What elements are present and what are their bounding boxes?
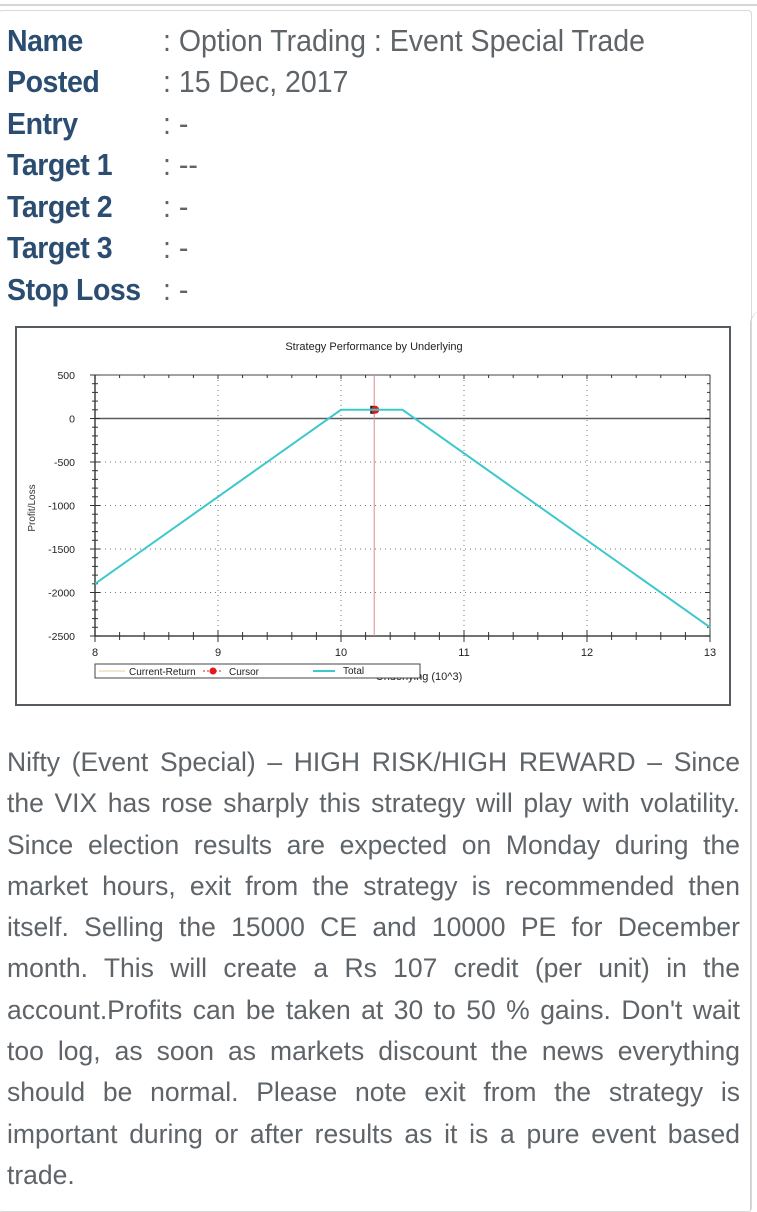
detail-label: Stop Loss — [7, 271, 141, 307]
y-tick-label: -500 — [54, 457, 75, 469]
detail-label: Target 1 — [7, 147, 113, 183]
detail-value: : Option Trading : Event Special Trade — [163, 22, 645, 58]
top-divider — [0, 0, 757, 6]
trade-description: Nifty (Event Special) – HIGH RISK/HIGH R… — [7, 747, 740, 1190]
chart-canvas: Strategy Performance by Underlying 8 9 10 1… — [27, 341, 716, 683]
y-tick-label: -2500 — [48, 631, 75, 643]
detail-label: Target 3 — [7, 230, 113, 266]
x-tick-label: 12 — [581, 647, 593, 659]
detail-value: : -- — [163, 147, 198, 183]
detail-label: Name — [7, 22, 83, 58]
detail-row-posted: Posted : 15 Dec, 2017 — [7, 62, 687, 104]
chart-ticks: 8 9 10 11 12 13 500 0 -500 -1000 -1500 -2000 -2500 — [48, 370, 716, 659]
detail-value: : - — [163, 188, 189, 224]
detail-label: Entry — [7, 105, 78, 141]
legend-cursor-label: Cursor — [229, 667, 260, 678]
x-tick-label: 10 — [335, 647, 347, 659]
detail-row-name: Name : Option Trading : Event Special Tr… — [7, 20, 687, 62]
legend-current-return-label: Current-Return — [129, 667, 196, 678]
adjacent-card-edge — [750, 310, 757, 1210]
x-tick-label: 11 — [458, 647, 469, 659]
chart-title: Strategy Performance by Underlying — [285, 341, 462, 353]
detail-row-target-1: Target 1 : -- — [7, 145, 687, 187]
chart-grid — [95, 375, 710, 636]
chart-legend: Current-Return Cursor Total — [94, 663, 421, 679]
detail-value: : - — [163, 271, 189, 307]
y-tick-label: 500 — [57, 370, 75, 382]
x-tick-label: 8 — [92, 647, 98, 659]
detail-value: : - — [163, 105, 189, 141]
y-axis-label: Profit/Loss — [27, 484, 38, 531]
x-tick-label: 9 — [215, 647, 221, 659]
detail-value: : - — [163, 230, 189, 266]
y-tick-label: -1500 — [48, 544, 75, 556]
total-line — [94, 408, 711, 629]
detail-label: Target 2 — [7, 188, 113, 224]
detail-row-entry: Entry : - — [7, 103, 687, 145]
y-tick-label: 0 — [69, 414, 75, 426]
chart-axes — [94, 374, 711, 637]
detail-label: Posted — [7, 64, 100, 100]
detail-row-target-2: Target 2 : - — [7, 186, 687, 228]
chart-series — [94, 375, 711, 636]
x-tick-label: 13 — [704, 647, 716, 659]
strategy-chart: Strategy Performance by Underlying 8 9 10 1… — [15, 326, 731, 706]
legend-cursor-marker — [209, 667, 217, 675]
legend-total-label: Total — [343, 666, 364, 677]
y-tick-label: -2000 — [48, 588, 75, 600]
detail-row-target-3: Target 3 : - — [7, 228, 687, 270]
y-tick-label: -1000 — [48, 501, 75, 513]
detail-row-stop-loss: Stop Loss : - — [7, 269, 687, 311]
detail-value: : 15 Dec, 2017 — [163, 64, 349, 100]
trade-details: Name : Option Trading : Event Special Tr… — [7, 20, 687, 311]
